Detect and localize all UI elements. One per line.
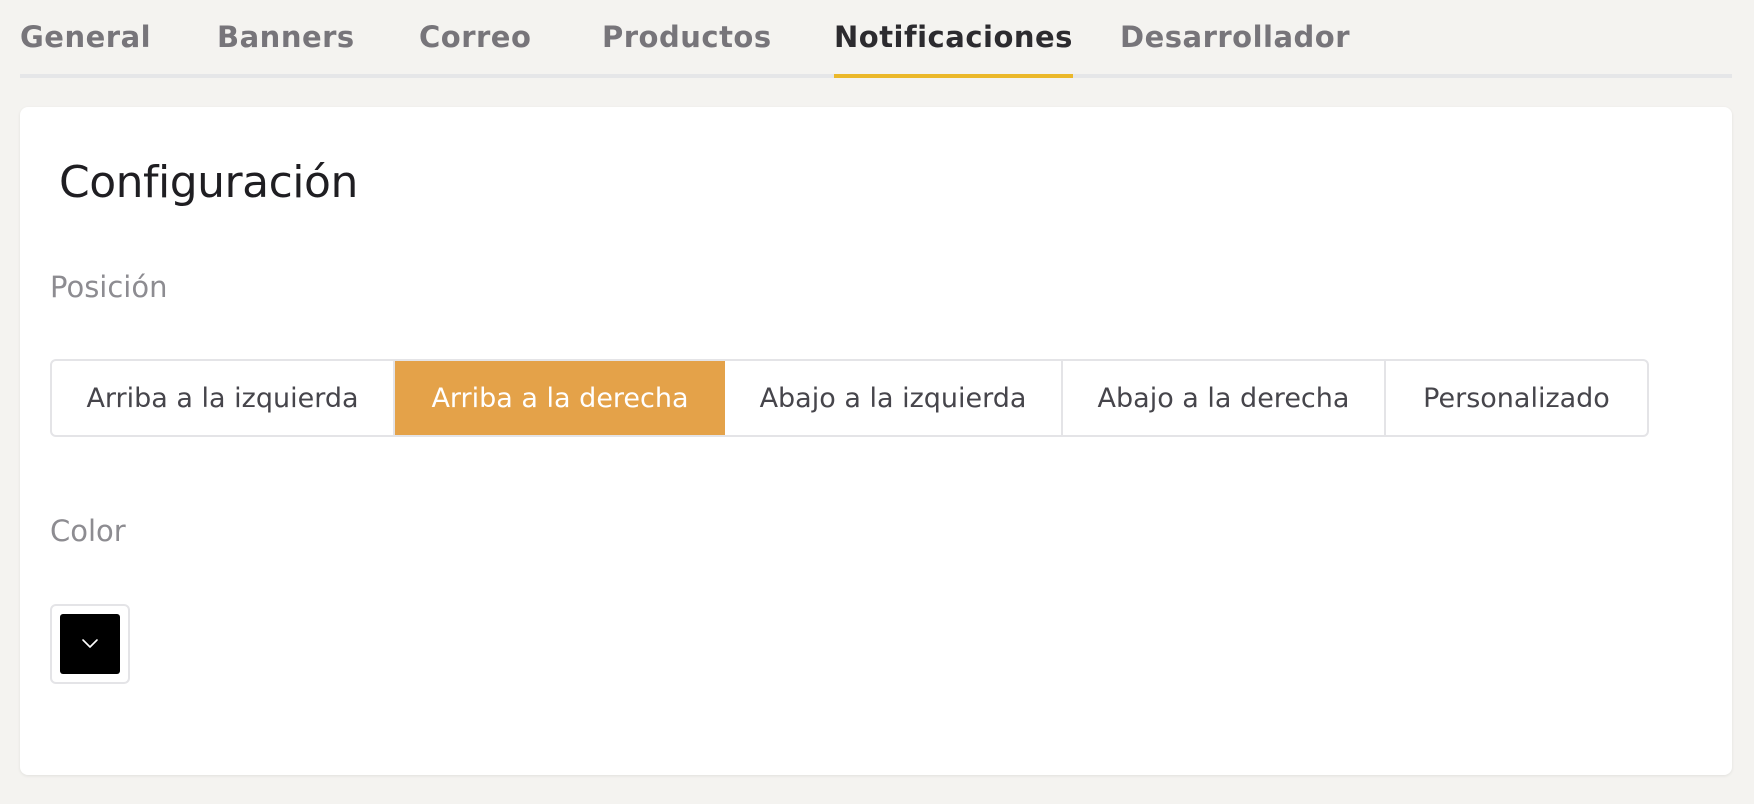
tab-general[interactable]: General [20,20,151,78]
color-picker[interactable] [50,604,130,684]
tab-correo[interactable]: Correo [419,20,531,78]
position-label: Posición [50,270,168,304]
tab-desarrollador[interactable]: Desarrollador [1120,20,1350,78]
tab-label: Correo [419,20,532,54]
settings-card: Configuración Posición Arriba a la izqui… [20,107,1732,775]
tab-banners[interactable]: Banners [217,20,355,78]
color-swatch [60,614,120,674]
active-tab-indicator [834,74,1073,78]
tab-label: Notificaciones [834,20,1073,54]
color-label: Color [50,514,126,548]
tab-label: Banners [217,20,355,54]
page-title: Configuración [59,157,358,208]
position-option-top-left[interactable]: Arriba a la izquierda [52,361,395,435]
tab-productos[interactable]: Productos [602,20,772,78]
position-option-bottom-right[interactable]: Abajo a la derecha [1063,361,1386,435]
position-option-bottom-left[interactable]: Abajo a la izquierda [725,361,1063,435]
tab-label: General [20,20,152,54]
position-option-custom[interactable]: Personalizado [1386,361,1647,435]
position-option-top-right[interactable]: Arriba a la derecha [395,361,725,435]
tab-label: Desarrollador [1120,20,1351,54]
position-selector: Arriba a la izquierda Arriba a la derech… [50,359,1649,437]
settings-tabs: General Banners Correo Productos Notific… [20,0,1732,78]
chevron-down-icon [82,639,98,648]
tab-notificaciones[interactable]: Notificaciones [834,20,1073,78]
tab-label: Productos [602,20,772,54]
